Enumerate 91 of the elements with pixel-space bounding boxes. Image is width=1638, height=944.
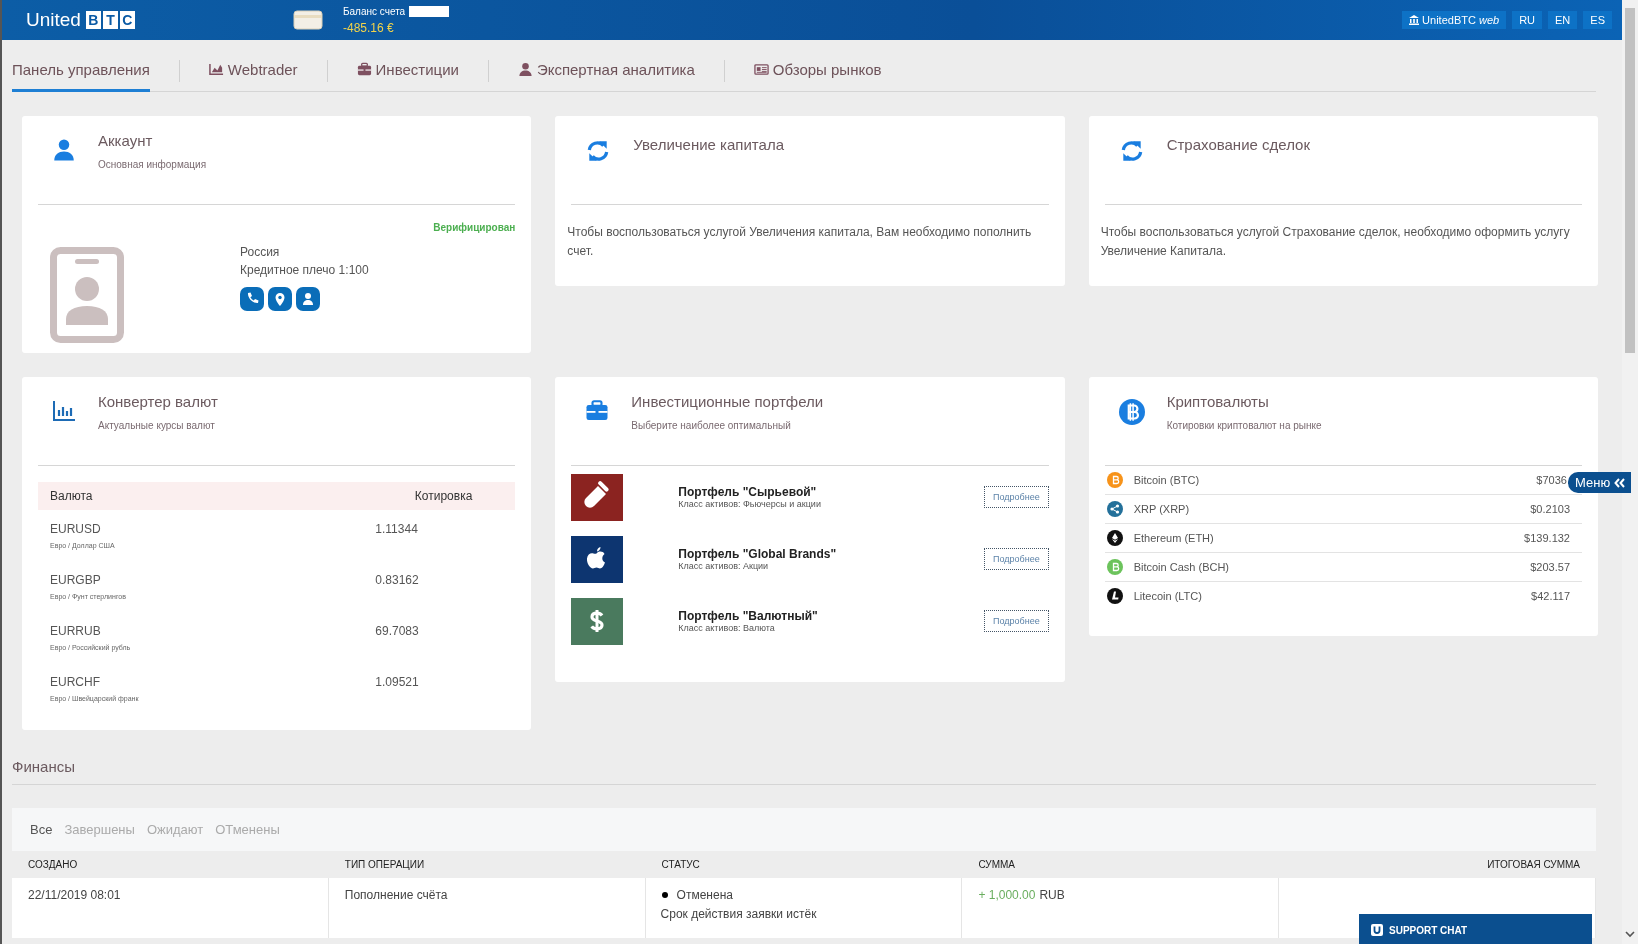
coin-price: $139.132 bbox=[1524, 532, 1570, 544]
briefcase-icon bbox=[356, 62, 372, 77]
menu-button[interactable]: Меню bbox=[1568, 472, 1632, 493]
scroll-down-icon[interactable] bbox=[1625, 930, 1635, 938]
person-icon bbox=[517, 62, 533, 77]
briefcase-icon bbox=[585, 399, 610, 423]
coin-price: $203.57 bbox=[1530, 561, 1570, 573]
status-note: Срок действия заявки истёк bbox=[660, 907, 818, 921]
currency-pair: EURRUB bbox=[50, 624, 102, 638]
language-button[interactable]: EN bbox=[1548, 11, 1578, 29]
bar-chart-icon bbox=[52, 399, 76, 423]
quote-value: 1.09521 bbox=[375, 674, 420, 691]
double-chevron-icon bbox=[1614, 477, 1626, 488]
details-button[interactable]: Подробнее bbox=[983, 548, 1049, 570]
language-button[interactable]: ES bbox=[1583, 11, 1612, 29]
coin-price: $42.117 bbox=[1531, 590, 1570, 602]
scrollbar[interactable] bbox=[1622, 0, 1638, 944]
card-subtitle: Актуальные курсы валют bbox=[98, 420, 216, 431]
balance-value: -485.16 € bbox=[343, 20, 395, 35]
asset-class-text: Класс активов: Валюта bbox=[678, 623, 776, 633]
quote-value: 1.11344 bbox=[375, 521, 419, 538]
table-cell: 22/11/2019 08:01 bbox=[12, 878, 329, 938]
column-header: ИТОГОВАЯ СУММА bbox=[1486, 859, 1581, 870]
column-header: ТИП ОПЕРАЦИИ bbox=[343, 859, 426, 870]
language-button[interactable]: RU bbox=[1512, 11, 1543, 29]
portfolio-name: Портфель "Сырьевой" bbox=[678, 485, 818, 499]
details-button[interactable]: Подробнее bbox=[983, 486, 1049, 508]
filter-tab[interactable]: Все bbox=[30, 822, 53, 837]
quote-value: 0.83162 bbox=[375, 572, 420, 589]
coin-name: Litecoin (LTC) bbox=[1133, 590, 1202, 602]
currency-pair: EURUSD bbox=[50, 522, 102, 536]
coin-name: Bitcoin (BTC) bbox=[1133, 474, 1200, 486]
currency-pair: EURCHF bbox=[50, 675, 101, 689]
map-pin-button[interactable] bbox=[268, 287, 292, 311]
details-button[interactable]: Подробнее bbox=[983, 610, 1049, 632]
tab[interactable]: Экспертная аналитика bbox=[517, 50, 695, 92]
tab[interactable]: Обзоры рынков bbox=[753, 50, 882, 92]
coin-name: Ethereum (ETH) bbox=[1133, 532, 1214, 544]
person-icon bbox=[300, 291, 316, 307]
id-card-icon bbox=[50, 247, 124, 343]
person-button[interactable] bbox=[296, 287, 320, 311]
wallet-icon bbox=[293, 10, 323, 30]
verification-status: Верифицирован bbox=[432, 222, 516, 233]
phone-button[interactable] bbox=[240, 287, 264, 311]
tab[interactable]: Webtrader bbox=[208, 50, 298, 92]
bitcoin-icon bbox=[1118, 399, 1145, 425]
chat-logo-icon bbox=[1371, 924, 1383, 936]
portfolio-name: Портфель "Global Brands" bbox=[678, 547, 838, 561]
column-header: Котировка bbox=[414, 489, 473, 503]
card-subtitle: Основная информация bbox=[98, 159, 207, 170]
card-subtitle: Выберите наиболее оптимальный bbox=[631, 420, 792, 431]
scrollbar-thumb[interactable] bbox=[1625, 8, 1635, 353]
coin-price: $0.2103 bbox=[1530, 503, 1570, 515]
asset-class-text: Класс активов: Акции bbox=[678, 561, 770, 571]
balance-label: Баланс счета bbox=[343, 5, 406, 17]
card-title: Криптовалюты bbox=[1166, 393, 1270, 410]
country-text: Россия bbox=[240, 245, 281, 259]
currency-code: RUB bbox=[1039, 888, 1065, 902]
person-icon bbox=[52, 138, 76, 162]
coin-name: Bitcoin Cash (BCH) bbox=[1133, 561, 1229, 573]
card-title: Аккаунт bbox=[98, 132, 154, 149]
status-text: Отменена bbox=[676, 888, 733, 902]
description-text: Чтобы воспользоваться услугой Увеличения капитала, Вам необходимо пополнить счет. bbox=[567, 224, 1033, 260]
web-link[interactable]: UnitedBTC web bbox=[1402, 11, 1507, 29]
chart-icon bbox=[208, 62, 224, 77]
column-header: СУММА bbox=[977, 859, 1016, 870]
tab[interactable]: Инвестиции bbox=[356, 50, 459, 92]
column-header: СОЗДАНО bbox=[27, 859, 79, 870]
logo[interactable]: United B T C bbox=[26, 9, 293, 31]
leverage-text: Кредитное плечо 1:100 bbox=[240, 263, 369, 277]
card-title: Конвертер валют bbox=[98, 393, 218, 410]
portfolio-name: Портфель "Валютный" bbox=[678, 609, 819, 623]
coin-price: $7036. bbox=[1536, 474, 1570, 486]
bank-icon bbox=[1409, 15, 1420, 25]
coin-name: XRP (XRP) bbox=[1133, 503, 1190, 515]
column-header: СТАТУС bbox=[660, 859, 701, 870]
table-cell: Пополнение счёта bbox=[328, 878, 646, 938]
redacted-field bbox=[409, 5, 450, 17]
section-title: Финансы bbox=[12, 758, 1596, 785]
card-subtitle: Котировки криптовалют на рынке bbox=[1166, 420, 1322, 431]
amount-value: + 1,000.00 bbox=[978, 888, 1036, 902]
currency-pair: EURGBP bbox=[50, 573, 102, 587]
asset-class-text: Класс активов: Фьючерсы и акции bbox=[678, 499, 822, 509]
card-title: Увеличение капитала bbox=[633, 136, 784, 153]
card-title: Страхование сделок bbox=[1166, 136, 1310, 153]
card-title: Инвестиционные портфели bbox=[631, 393, 824, 410]
newspaper-icon bbox=[753, 62, 769, 77]
column-header: Валюта bbox=[50, 489, 93, 503]
support-chat-button[interactable]: SUPPORT CHAT bbox=[1359, 914, 1592, 944]
quote-value: 69.7083 bbox=[375, 623, 420, 640]
description-text: Чтобы воспользоваться услугой Страхование сделок, необходимо оформить услугу Увеличение Капитала. bbox=[1100, 224, 1571, 260]
